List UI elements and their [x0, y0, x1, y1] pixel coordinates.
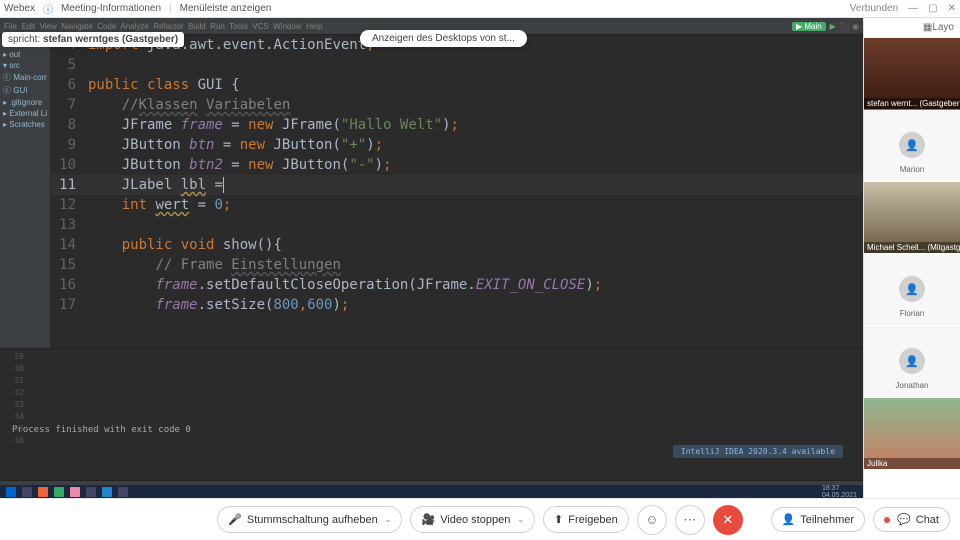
shared-screen-ide: File Edit View Navigate Code Analyze Ref…: [0, 18, 863, 498]
people-icon: 👤: [782, 513, 796, 526]
terminal-output: Process finished with exit code 0: [0, 419, 863, 441]
speaking-indicator: spricht: stefan werntges (Gastgeber): [2, 32, 184, 47]
show-menu-link[interactable]: Menüleiste anzeigen: [180, 3, 272, 14]
info-icon[interactable]: ⓘ: [43, 1, 53, 16]
windows-taskbar[interactable]: 18:3704.05.2021: [0, 485, 863, 498]
reactions-button[interactable]: ☺: [637, 505, 667, 535]
webex-top-bar: Webex ⓘ Meeting-Informationen | Menüleis…: [0, 0, 960, 18]
layout-button[interactable]: ▦ Layo: [864, 18, 960, 38]
participant-tile[interactable]: 👤Marion: [864, 110, 960, 182]
close-icon[interactable]: ✕: [948, 3, 956, 14]
avatar: 👤: [899, 348, 925, 374]
more-button[interactable]: ⋯: [675, 505, 705, 535]
participant-tile[interactable]: Michael Schell... (Mitgastg: [864, 182, 960, 254]
avatar: 👤: [899, 276, 925, 302]
connected-status: Verbunden: [850, 3, 898, 14]
share-icon: ⬆: [554, 513, 563, 526]
main-area: File Edit View Navigate Code Analyze Ref…: [0, 18, 960, 498]
taskbar-app-icon[interactable]: [118, 487, 128, 497]
taskbar-app-icon[interactable]: [54, 487, 64, 497]
share-button[interactable]: ⬆ Freigeben: [543, 506, 629, 533]
terminal-panel[interactable]: 2930313233343536 Process finished with e…: [0, 348, 863, 478]
update-notification[interactable]: IntelliJ IDEA 2020.3.4 available: [673, 445, 843, 458]
start-icon[interactable]: [6, 487, 16, 497]
chevron-down-icon: ⌄: [385, 515, 392, 524]
unread-dot-icon: [884, 517, 890, 523]
leave-button[interactable]: ✕: [713, 505, 743, 535]
project-tree[interactable]: ▸ .idea▸ out▾ src ⓒ Main-company ⓒ GUI▸ …: [0, 35, 50, 348]
chevron-down-icon: ⌄: [517, 515, 524, 524]
avatar: 👤: [899, 132, 925, 158]
chat-icon: 💬: [897, 513, 911, 526]
participant-tile[interactable]: Julika: [864, 398, 960, 470]
taskbar-app-icon[interactable]: [70, 487, 80, 497]
taskbar-app-icon[interactable]: [38, 487, 48, 497]
taskbar-app-icon[interactable]: [22, 487, 32, 497]
participant-tile[interactable]: 👤Jonathan: [864, 326, 960, 398]
participants-panel: ▦ Layo stefan wernt... (Gastgeber👤Marion…: [863, 18, 960, 498]
code-editor[interactable]: 4import java.awt.event.ActionEvent;56pub…: [50, 35, 863, 348]
participants-button[interactable]: 👤Teilnehmer: [771, 507, 866, 532]
maximize-icon[interactable]: ▢: [928, 3, 937, 14]
mic-muted-icon: 🎤: [228, 513, 242, 526]
participant-tile[interactable]: stefan wernt... (Gastgeber: [864, 38, 960, 110]
chat-button[interactable]: 💬Chat: [873, 507, 950, 532]
meeting-info-link[interactable]: Meeting-Informationen: [61, 3, 161, 14]
camera-icon: 🎥: [421, 513, 435, 526]
sharing-pill[interactable]: Anzeigen des Desktops von st...: [360, 30, 527, 47]
participant-tile[interactable]: 👤Florian: [864, 254, 960, 326]
minimize-icon[interactable]: —: [908, 3, 918, 14]
taskbar-app-icon[interactable]: [86, 487, 96, 497]
mute-button[interactable]: 🎤 Stummschaltung aufheben⌄: [217, 506, 402, 533]
video-button[interactable]: 🎥 Video stoppen⌄: [410, 506, 535, 533]
taskbar-app-icon[interactable]: [102, 487, 112, 497]
app-name: Webex: [4, 3, 35, 14]
meeting-controls: 🎤 Stummschaltung aufheben⌄ 🎥 Video stopp…: [0, 498, 960, 540]
